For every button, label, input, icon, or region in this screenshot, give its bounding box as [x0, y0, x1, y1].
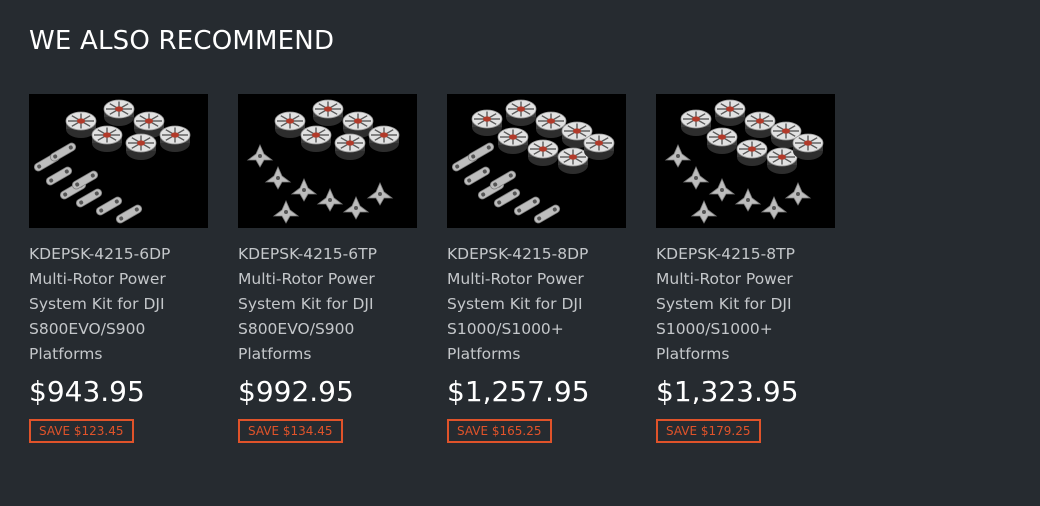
save-badge-2: SAVE $134.45: [238, 419, 343, 443]
save-badge-3: SAVE $165.25: [447, 419, 552, 443]
motor-kit-image: [29, 94, 208, 228]
recommend-section: WE ALSO RECOMMEND KDEPSK-4215-6DP Multi-…: [0, 0, 1040, 506]
product-image-1[interactable]: [29, 94, 208, 228]
product-card-2[interactable]: KDEPSK-4215-6TP Multi-Rotor Power System…: [238, 94, 417, 443]
product-price-3: $1,257.95: [447, 375, 590, 408]
product-name-3[interactable]: KDEPSK-4215-8DP Multi-Rotor Power System…: [447, 242, 626, 367]
motor-kit-image: [656, 94, 835, 228]
product-image-4[interactable]: [656, 94, 835, 228]
product-grid: KDEPSK-4215-6DP Multi-Rotor Power System…: [29, 94, 865, 443]
save-badge-1: SAVE $123.45: [29, 419, 134, 443]
product-name-4[interactable]: KDEPSK-4215-8TP Multi-Rotor Power System…: [656, 242, 835, 367]
product-price-4: $1,323.95: [656, 375, 799, 408]
product-card-3[interactable]: KDEPSK-4215-8DP Multi-Rotor Power System…: [447, 94, 626, 443]
product-name-2[interactable]: KDEPSK-4215-6TP Multi-Rotor Power System…: [238, 242, 417, 367]
motor-kit-image: [447, 94, 626, 228]
product-price-2: $992.95: [238, 375, 354, 408]
save-badge-4: SAVE $179.25: [656, 419, 761, 443]
motor-kit-image: [238, 94, 417, 228]
section-title: WE ALSO RECOMMEND: [29, 26, 335, 56]
product-image-3[interactable]: [447, 94, 626, 228]
product-card-4[interactable]: KDEPSK-4215-8TP Multi-Rotor Power System…: [656, 94, 835, 443]
product-card-1[interactable]: KDEPSK-4215-6DP Multi-Rotor Power System…: [29, 94, 208, 443]
product-name-1[interactable]: KDEPSK-4215-6DP Multi-Rotor Power System…: [29, 242, 208, 367]
product-price-1: $943.95: [29, 375, 145, 408]
product-image-2[interactable]: [238, 94, 417, 228]
